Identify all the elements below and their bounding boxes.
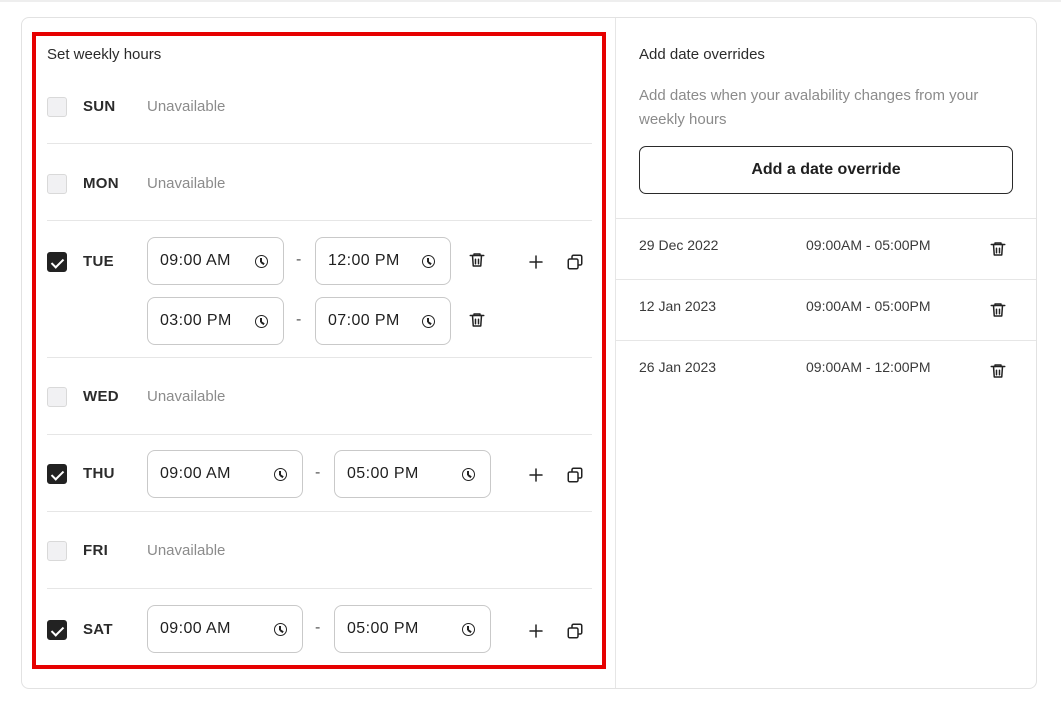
top-border xyxy=(0,0,1061,2)
time-separator: - xyxy=(296,311,302,328)
unavailable-label: Unavailable xyxy=(147,175,226,192)
unavailable-label: Unavailable xyxy=(147,388,226,405)
trash-icon xyxy=(990,242,1006,256)
copy-icon xyxy=(567,467,583,483)
clock-icon[interactable] xyxy=(422,255,435,268)
end-time-value: 05:00 PM xyxy=(347,620,419,637)
override-divider xyxy=(616,279,1036,280)
clock-icon[interactable] xyxy=(274,623,287,636)
add-date-override-button[interactable]: Add a date override xyxy=(639,146,1013,194)
day-label: THU xyxy=(83,465,115,482)
override-date: 26 Jan 2023 xyxy=(639,359,717,375)
day-row-tue: TUE 09:00 AM - 12:00 PM 03:00 PM - 07:00… xyxy=(47,221,592,358)
start-time-value: 03:00 PM xyxy=(160,312,232,329)
time-separator: - xyxy=(315,619,321,636)
clock-icon[interactable] xyxy=(255,255,268,268)
unavailable-label: Unavailable xyxy=(147,98,226,115)
time-separator: - xyxy=(296,251,302,268)
clock-icon[interactable] xyxy=(274,468,287,481)
copy-icon xyxy=(567,623,583,639)
clock-icon[interactable] xyxy=(255,315,268,328)
start-time-value: 09:00 AM xyxy=(160,620,231,637)
plus-icon xyxy=(529,468,543,482)
end-time-value: 05:00 PM xyxy=(347,465,419,482)
day-label: TUE xyxy=(83,253,114,270)
override-date: 29 Dec 2022 xyxy=(639,237,719,253)
checkbox-sat[interactable] xyxy=(47,620,67,640)
panel-divider xyxy=(615,18,616,688)
override-time: 09:00AM - 05:00PM xyxy=(806,237,931,253)
copy-hours-button[interactable] xyxy=(566,253,586,273)
trash-icon xyxy=(469,313,485,327)
day-label: SUN xyxy=(83,98,116,115)
start-time-input[interactable]: 09:00 AM xyxy=(147,605,303,653)
day-row-fri: FRI Unavailable xyxy=(47,512,592,589)
weekly-hours-title: Set weekly hours xyxy=(47,46,162,63)
checkbox-thu[interactable] xyxy=(47,464,67,484)
unavailable-label: Unavailable xyxy=(147,542,226,559)
day-label: MON xyxy=(83,175,119,192)
override-divider xyxy=(616,218,1036,219)
checkbox-mon[interactable] xyxy=(47,174,67,194)
checkbox-sun[interactable] xyxy=(47,97,67,117)
start-time-value: 09:00 AM xyxy=(160,465,231,482)
override-time: 09:00AM - 05:00PM xyxy=(806,298,931,314)
end-time-input[interactable]: 12:00 PM xyxy=(315,237,451,285)
trash-icon xyxy=(990,303,1006,317)
delete-override-button[interactable] xyxy=(989,240,1007,258)
availability-card: Set weekly hours SUN Unavailable MON Una… xyxy=(21,17,1037,689)
add-slot-button[interactable] xyxy=(527,622,547,642)
copy-hours-button[interactable] xyxy=(566,622,586,642)
day-label: SAT xyxy=(83,621,113,638)
day-label: WED xyxy=(83,388,119,405)
day-row-sun: SUN Unavailable xyxy=(47,84,592,144)
start-time-value: 09:00 AM xyxy=(160,252,231,269)
clock-icon[interactable] xyxy=(422,315,435,328)
plus-icon xyxy=(529,624,543,638)
day-label: FRI xyxy=(83,542,109,559)
end-time-input[interactable]: 05:00 PM xyxy=(334,605,491,653)
override-divider xyxy=(616,340,1036,341)
date-overrides-title: Add date overrides xyxy=(639,46,765,63)
plus-icon xyxy=(529,255,543,269)
add-slot-button[interactable] xyxy=(527,253,547,273)
override-date: 12 Jan 2023 xyxy=(639,298,717,314)
end-time-input[interactable]: 05:00 PM xyxy=(334,450,491,498)
copy-hours-button[interactable] xyxy=(566,466,586,486)
override-time: 09:00AM - 12:00PM xyxy=(806,359,931,375)
clock-icon[interactable] xyxy=(462,623,475,636)
end-time-input[interactable]: 07:00 PM xyxy=(315,297,451,345)
trash-icon xyxy=(990,364,1006,378)
day-row-wed: WED Unavailable xyxy=(47,358,592,435)
delete-override-button[interactable] xyxy=(989,362,1007,380)
day-row-sat: SAT 09:00 AM - 05:00 PM xyxy=(47,589,592,666)
end-time-value: 12:00 PM xyxy=(328,252,400,269)
date-overrides-description: Add dates when your avalability changes … xyxy=(639,87,979,128)
clock-icon[interactable] xyxy=(462,468,475,481)
copy-icon xyxy=(567,254,583,270)
trash-icon xyxy=(469,253,485,267)
start-time-input[interactable]: 09:00 AM xyxy=(147,450,303,498)
add-slot-button[interactable] xyxy=(527,466,547,486)
end-time-value: 07:00 PM xyxy=(328,312,400,329)
checkbox-wed[interactable] xyxy=(47,387,67,407)
time-separator: - xyxy=(315,464,321,481)
checkbox-tue[interactable] xyxy=(47,252,67,272)
start-time-input[interactable]: 09:00 AM xyxy=(147,237,284,285)
start-time-input[interactable]: 03:00 PM xyxy=(147,297,284,345)
checkbox-fri[interactable] xyxy=(47,541,67,561)
delete-override-button[interactable] xyxy=(989,301,1007,319)
delete-slot-button[interactable] xyxy=(468,311,488,331)
delete-slot-button[interactable] xyxy=(468,251,488,271)
day-row-mon: MON Unavailable xyxy=(47,144,592,221)
day-row-thu: THU 09:00 AM - 05:00 PM xyxy=(47,435,592,512)
